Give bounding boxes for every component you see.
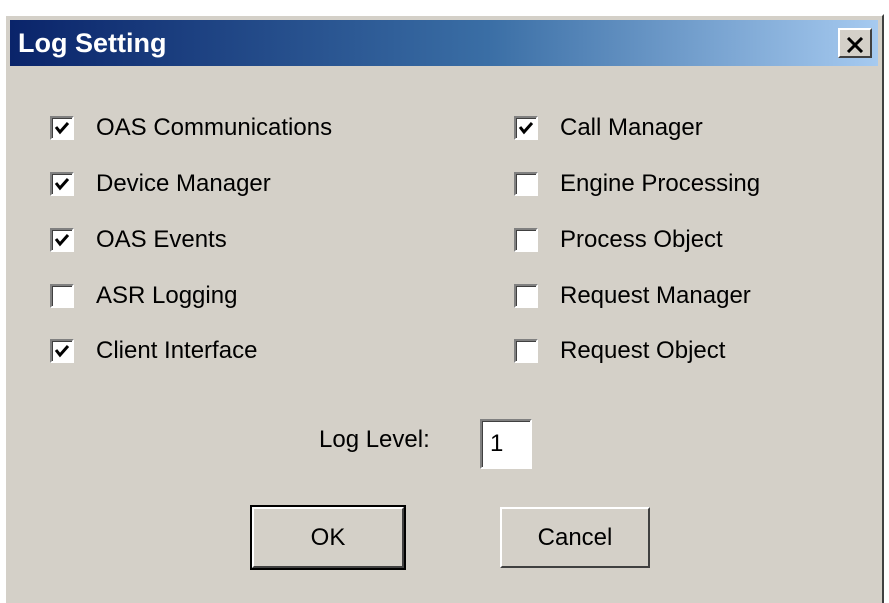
checkbox-label: Request Object — [560, 337, 726, 364]
checkbox-label: Request Manager — [560, 282, 751, 309]
checkbox-label: Device Manager — [96, 170, 271, 197]
checkmark-icon — [54, 234, 70, 247]
checkbox-request-object[interactable]: Request Object — [514, 336, 725, 366]
checkbox-label: OAS Events — [96, 226, 227, 253]
checkbox-box[interactable] — [50, 228, 74, 252]
checkbox-oas-communications[interactable]: OAS Communications — [50, 113, 332, 143]
checkbox-asr-logging[interactable]: ASR Logging — [50, 281, 237, 311]
checkbox-box[interactable] — [50, 172, 74, 196]
checkbox-oas-events[interactable]: OAS Events — [50, 225, 227, 255]
checkbox-box[interactable] — [514, 228, 538, 252]
checkbox-box[interactable] — [50, 116, 74, 140]
close-button[interactable] — [838, 28, 872, 58]
title-bar[interactable]: Log Setting — [10, 20, 878, 66]
checkmark-icon — [54, 122, 70, 135]
checkbox-box[interactable] — [514, 284, 538, 308]
dialog-title: Log Setting — [18, 28, 167, 58]
checkbox-box[interactable] — [50, 339, 74, 363]
checkbox-engine-processing[interactable]: Engine Processing — [514, 169, 760, 199]
close-icon — [846, 37, 864, 53]
checkbox-call-manager[interactable]: Call Manager — [514, 113, 703, 143]
checkbox-label: Call Manager — [560, 114, 703, 141]
checkbox-box[interactable] — [514, 339, 538, 363]
checkbox-client-interface[interactable]: Client Interface — [50, 336, 257, 366]
checkbox-label: OAS Communications — [96, 114, 333, 141]
checkbox-label: Client Interface — [96, 337, 258, 364]
checkmark-icon — [518, 122, 534, 135]
ok-button[interactable]: OK — [250, 505, 406, 570]
checkbox-device-manager[interactable]: Device Manager — [50, 169, 271, 199]
checkbox-box[interactable] — [514, 172, 538, 196]
cancel-button[interactable]: Cancel — [500, 507, 650, 568]
log-setting-dialog: Log Setting OAS Communications Device Ma… — [4, 14, 884, 603]
checkbox-request-manager[interactable]: Request Manager — [514, 281, 751, 311]
checkmark-icon — [54, 178, 70, 191]
checkbox-box[interactable] — [514, 116, 538, 140]
log-level-input[interactable] — [480, 419, 532, 469]
checkmark-icon — [54, 345, 70, 358]
checkbox-process-object[interactable]: Process Object — [514, 225, 723, 255]
checkbox-label: ASR Logging — [96, 282, 238, 309]
log-level-label: Log Level: — [319, 426, 430, 453]
checkbox-label: Engine Processing — [560, 170, 761, 197]
checkbox-box[interactable] — [50, 284, 74, 308]
checkbox-label: Process Object — [560, 226, 723, 253]
